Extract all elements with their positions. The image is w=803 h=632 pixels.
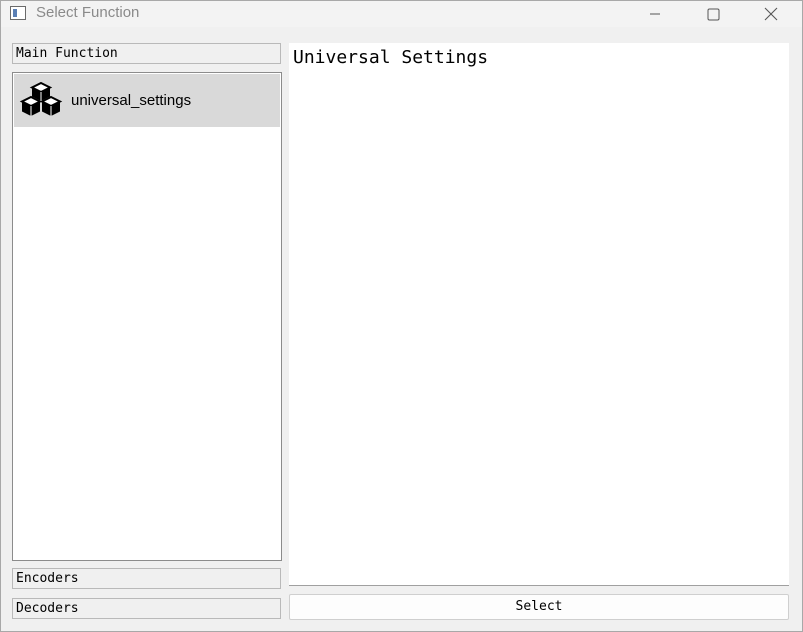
- app-window-icon: [10, 6, 26, 20]
- list-item-universal-settings[interactable]: universal_settings: [14, 74, 280, 127]
- section-main-function[interactable]: Main Function: [12, 43, 281, 64]
- select-function-window: Select Function Main Function universal_…: [0, 0, 803, 632]
- close-button[interactable]: [742, 1, 800, 27]
- detail-title: Universal Settings: [293, 47, 489, 68]
- detail-pane: Universal Settings: [289, 43, 789, 586]
- close-icon: [764, 7, 778, 21]
- section-encoders[interactable]: Encoders: [12, 568, 281, 589]
- maximize-button[interactable]: [684, 1, 742, 27]
- cubes-icon: [19, 82, 63, 116]
- function-list[interactable]: universal_settings: [12, 72, 282, 561]
- section-decoders[interactable]: Decoders: [12, 598, 281, 619]
- title-bar[interactable]: Select Function: [1, 1, 802, 27]
- minimize-button[interactable]: [626, 1, 684, 27]
- window-title: Select Function: [36, 4, 140, 21]
- select-button[interactable]: Select: [289, 594, 789, 620]
- maximize-icon: [707, 8, 719, 20]
- minimize-icon: [650, 13, 660, 15]
- list-item-label: universal_settings: [71, 92, 192, 109]
